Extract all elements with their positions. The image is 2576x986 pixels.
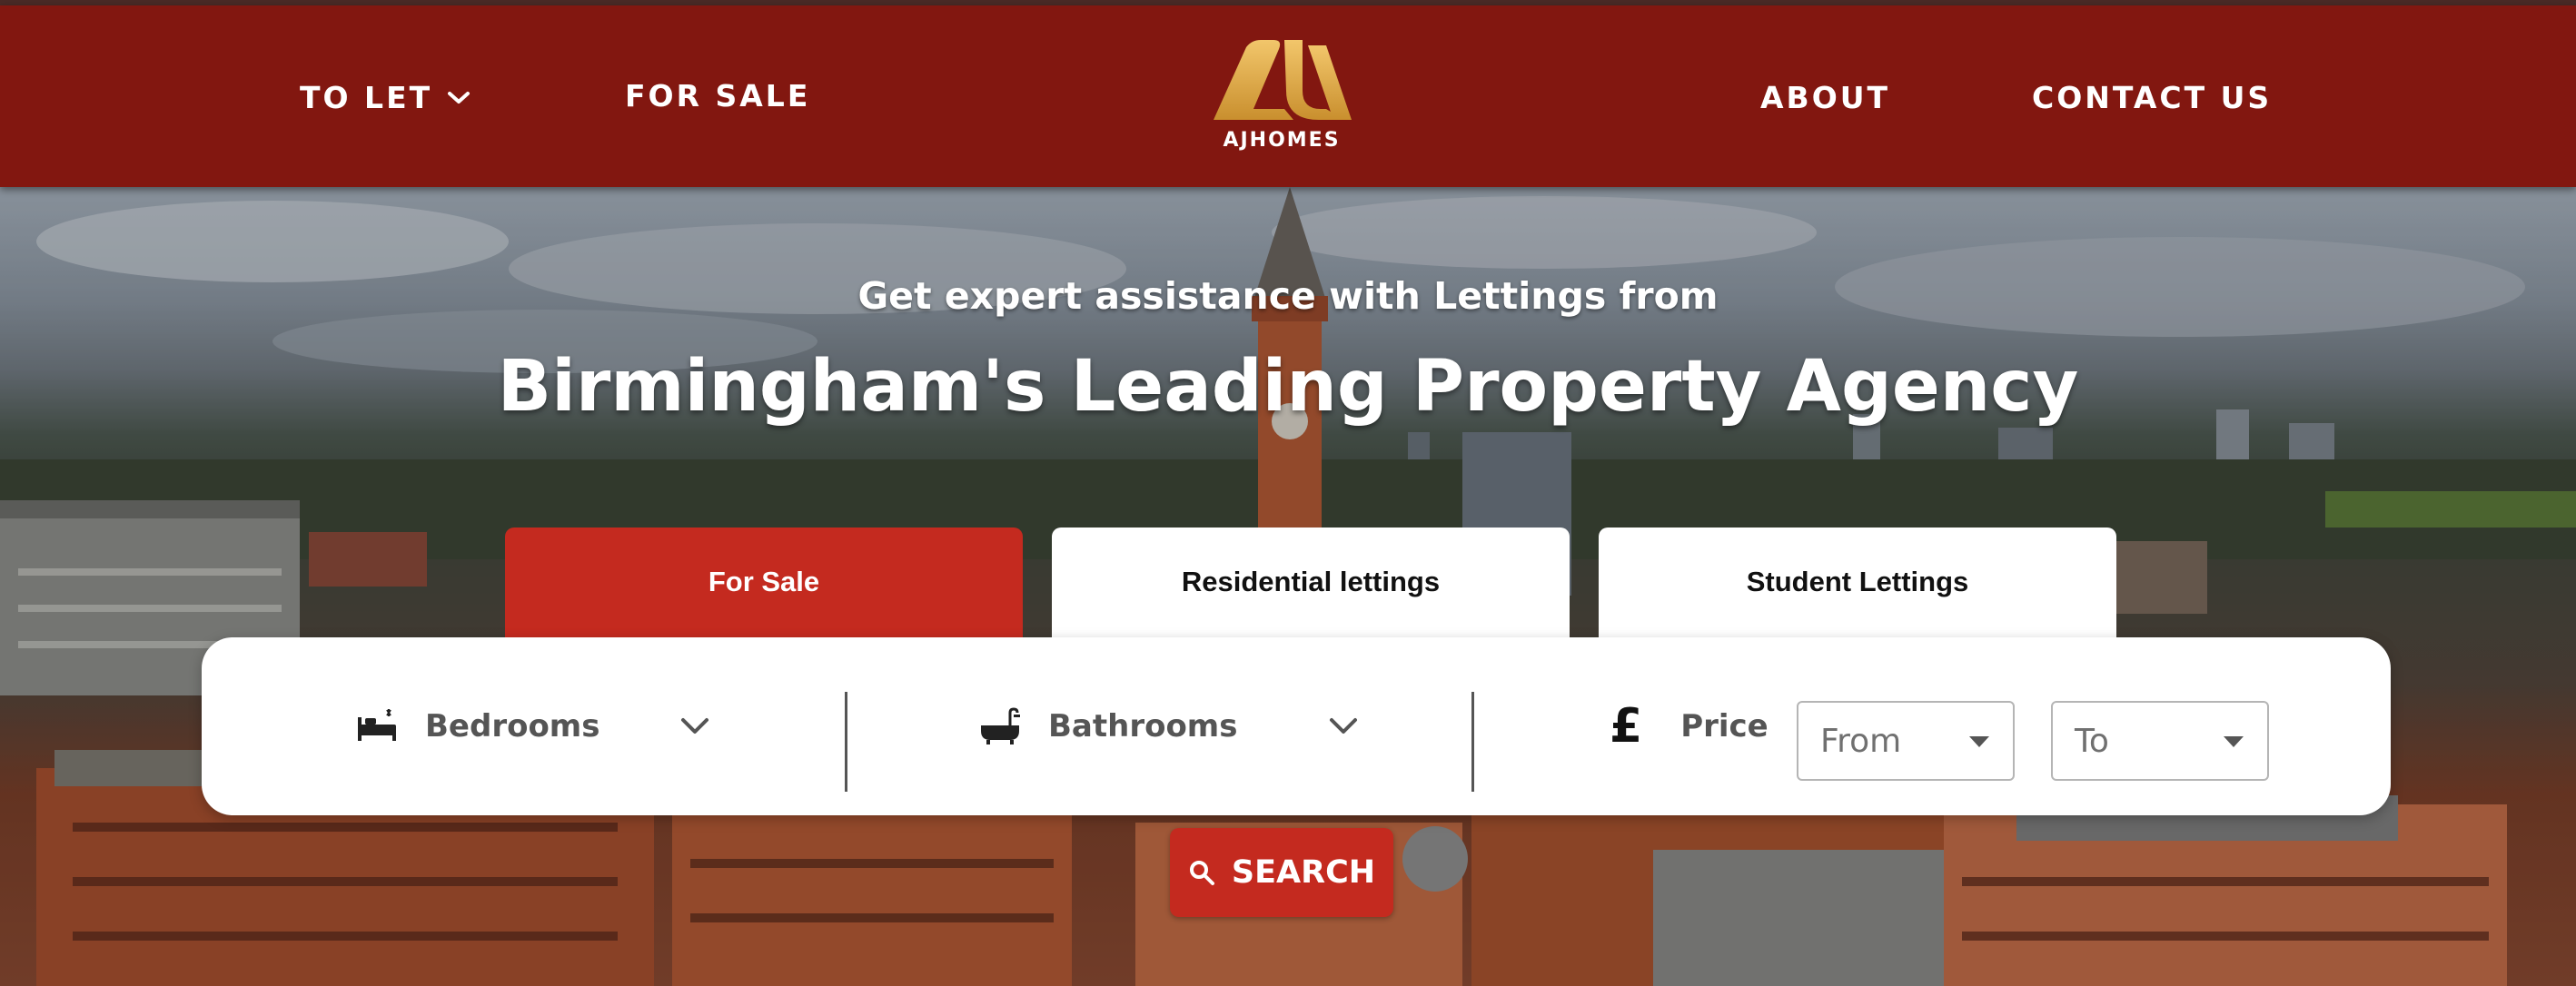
- tab-for-sale-label: For Sale: [708, 566, 820, 597]
- chevron-down-icon: [1330, 718, 1358, 734]
- price-label: Price: [1680, 708, 1769, 744]
- nav-for-sale-label: FOR SALE: [625, 78, 811, 113]
- bedrooms-label: Bedrooms: [425, 708, 600, 744]
- nav-contact-us[interactable]: CONTACT US: [2032, 80, 2272, 115]
- tab-residential-lettings[interactable]: Residential lettings: [1052, 528, 1570, 640]
- price-to-select[interactable]: To: [2051, 701, 2269, 781]
- search-button[interactable]: SEARCH: [1170, 828, 1393, 917]
- site-header: TO LET FOR SALE AJHOMES ABOUT CONTACT US: [0, 5, 2576, 187]
- search-button-label: SEARCH: [1231, 854, 1376, 891]
- hero-subtitle: Get expert assistance with Lettings from: [857, 274, 1719, 318]
- caret-down-icon: [2224, 736, 2244, 747]
- bathrooms-label: Bathrooms: [1048, 708, 1238, 744]
- chevron-down-icon: [681, 718, 709, 734]
- field-divider: [1471, 692, 1474, 792]
- bath-icon: [981, 707, 1020, 744]
- bedrooms-select[interactable]: Bedrooms: [356, 637, 847, 815]
- logo-icon: [1214, 40, 1352, 120]
- nav-to-let-label: TO LET: [300, 80, 433, 115]
- pound-icon: £: [1610, 699, 1643, 754]
- bed-icon: [358, 709, 396, 741]
- chevron-down-icon: [448, 91, 471, 104]
- bathrooms-select[interactable]: Bathrooms: [979, 637, 1488, 815]
- nav-about[interactable]: ABOUT: [1760, 80, 1890, 115]
- tab-student-label: Student Lettings: [1746, 566, 1969, 597]
- search-icon: [1189, 861, 1214, 885]
- field-divider: [845, 692, 847, 792]
- nav-for-sale[interactable]: FOR SALE: [625, 78, 810, 113]
- caret-down-icon: [1969, 736, 1989, 747]
- hero-title: Birmingham's Leading Property Agency: [497, 346, 2079, 428]
- tab-student-lettings[interactable]: Student Lettings: [1599, 528, 2116, 640]
- site-logo[interactable]: AJHOMES: [1208, 40, 1355, 158]
- tab-for-sale[interactable]: For Sale: [505, 528, 1023, 640]
- price-from-value: From: [1820, 722, 1902, 760]
- logo-text: AJHOMES: [1223, 129, 1341, 152]
- price-to-value: To: [2075, 722, 2109, 760]
- nav-contact-label: CONTACT US: [2032, 80, 2273, 115]
- search-panel: Bedrooms Bathrooms £ Price From To: [202, 637, 2391, 815]
- hero-section: Get expert assistance with Lettings from…: [0, 187, 2576, 986]
- price-field: £ Price: [1610, 637, 1791, 815]
- price-from-select[interactable]: From: [1797, 701, 2015, 781]
- nav-to-let[interactable]: TO LET: [300, 80, 472, 115]
- nav-about-label: ABOUT: [1760, 80, 1891, 115]
- tab-residential-label: Residential lettings: [1181, 566, 1441, 597]
